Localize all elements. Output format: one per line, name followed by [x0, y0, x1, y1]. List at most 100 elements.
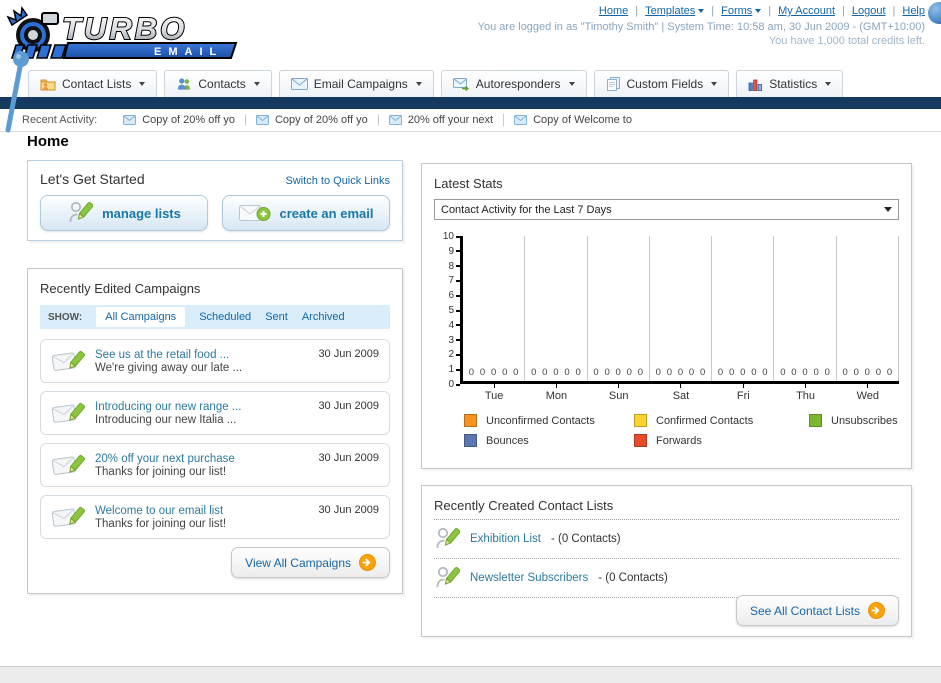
top-link-label: Forms: [721, 5, 753, 17]
value-label: 0: [604, 367, 610, 378]
legend-item: Unconfirmed Contacts: [464, 414, 634, 427]
recent-activity-item[interactable]: Copy of 20% off yo: [113, 114, 246, 126]
value-label: 0: [842, 367, 848, 378]
filter-all-campaigns[interactable]: All Campaigns: [96, 307, 186, 327]
chart-group-fri: 00000: [712, 236, 775, 381]
campaign-subject: Thanks for joining our list!: [95, 465, 227, 478]
tab-statistics[interactable]: Statistics: [736, 70, 844, 97]
tab-autoresponders[interactable]: Autoresponders: [440, 70, 587, 97]
campaign-date: 30 Jun 2009: [318, 400, 379, 412]
person-pencil-icon: [434, 526, 460, 552]
mail-small-icon: [123, 115, 137, 125]
tab-contact-lists[interactable]: Contact Lists: [28, 70, 158, 97]
legend-label: Confirmed Contacts: [656, 414, 754, 427]
chart-x-axis: Tue Mon Sun Sat Fri Thu Wed: [463, 384, 899, 402]
y-axis-label: 7: [448, 275, 460, 286]
x-axis-label: Sun: [588, 384, 650, 402]
tab-email-campaigns[interactable]: Email Campaigns: [278, 70, 434, 97]
main-nav-tabs: Contact Lists Contacts Email Campaigns Auto…: [0, 66, 941, 97]
manage-lists-button[interactable]: manage lists: [40, 195, 208, 231]
y-tick-mark: [456, 309, 460, 312]
top-link-home[interactable]: Home: [599, 5, 628, 17]
campaign-subject: We're giving away our late ...: [95, 361, 243, 374]
chevron-down-icon: [711, 82, 718, 86]
header: EMAIL TURBO Home | Templates | Forms | My Acco…: [0, 0, 941, 133]
see-all-contact-lists-label: See All Contact Lists: [749, 603, 860, 618]
person-pencil-icon: [434, 565, 460, 591]
recent-activity-item[interactable]: Copy of Welcome to: [504, 114, 642, 126]
campaign-title-link[interactable]: Introducing our new range ...: [95, 401, 310, 413]
turbo-email-logo[interactable]: EMAIL TURBO: [6, 3, 246, 66]
legend-label: Unsubscribes: [831, 414, 898, 427]
stats-period-select[interactable]: Contact Activity for the Last 7 Days: [434, 199, 899, 220]
recent-activity-item-label: 20% off your next: [407, 114, 494, 126]
tab-custom-fields[interactable]: Custom Fields: [593, 70, 730, 97]
y-axis-label: 9: [448, 246, 460, 257]
value-label: 0: [615, 367, 621, 378]
email-campaigns-icon: [290, 78, 308, 90]
value-label: 0: [751, 367, 757, 378]
campaign-filters: All Campaigns Scheduled Sent Archived: [96, 307, 345, 327]
campaign-row: Introducing our new range ... Introducing…: [40, 391, 390, 435]
campaign-title-link[interactable]: See us at the retail food ...: [95, 349, 310, 361]
value-label: 0: [740, 367, 746, 378]
y-axis-label: 3: [448, 335, 460, 346]
y-axis-label: 2: [448, 349, 460, 360]
campaign-subject: Thanks for joining our list!: [95, 517, 227, 530]
contact-list-count: - (0 Contacts): [550, 533, 621, 545]
chart-group-thu: 00000: [774, 236, 837, 381]
legend-item: Bounces: [464, 434, 634, 447]
filter-sent[interactable]: Sent: [265, 311, 288, 323]
x-axis-label: Mon: [525, 384, 587, 402]
legend-item: Unsubscribes: [809, 414, 899, 427]
contact-list-row: Exhibition List - (0 Contacts): [434, 520, 899, 559]
statistics-icon: [748, 78, 763, 91]
top-link-templates[interactable]: Templates: [645, 5, 705, 17]
campaign-date: 30 Jun 2009: [318, 452, 379, 464]
filter-scheduled[interactable]: Scheduled: [199, 311, 251, 323]
recent-activity-item[interactable]: 20% off your next: [379, 114, 505, 126]
separator: |: [635, 5, 639, 17]
see-all-contact-lists-button[interactable]: See All Contact Lists: [735, 595, 899, 626]
y-tick-mark: [456, 383, 460, 386]
campaign-date: 30 Jun 2009: [318, 504, 379, 516]
x-axis-label: Thu: [774, 384, 836, 402]
y-tick-mark: [456, 353, 460, 356]
create-an-email-button[interactable]: create an email: [222, 195, 390, 231]
chevron-down-icon: [253, 82, 260, 86]
value-label: 0: [677, 367, 684, 378]
x-axis-label: Wed: [837, 384, 899, 402]
switch-quick-links-link[interactable]: Switch to Quick Links: [285, 175, 390, 187]
top-link-logout[interactable]: Logout: [852, 5, 886, 17]
view-all-campaigns-button[interactable]: View All Campaigns: [231, 547, 390, 578]
x-axis-label: Sat: [650, 384, 712, 402]
value-label: 0: [564, 367, 570, 378]
mail-small-icon: [255, 115, 269, 125]
contact-list-link[interactable]: Exhibition List: [470, 533, 541, 545]
contacts-icon: [176, 77, 192, 91]
value-label: 0: [553, 367, 559, 378]
recent-contact-lists-panel: Recently Created Contact Lists Exhibitio…: [421, 485, 912, 637]
y-tick-mark: [456, 265, 460, 268]
value-label: 0: [780, 367, 786, 378]
value-label: 0: [479, 367, 486, 378]
value-label: 0: [762, 367, 768, 378]
recent-activity-item-label: Copy of Welcome to: [533, 114, 632, 126]
campaign-title-link[interactable]: Welcome to our email list: [95, 505, 310, 517]
credits-status: You have 1,000 total credits left.: [768, 35, 925, 47]
chart-group-wed: 00000: [837, 236, 899, 381]
recent-activity-item[interactable]: Copy of 20% off yo: [246, 114, 379, 126]
chart-group-sun: 00000: [588, 236, 650, 381]
value-label: 0: [700, 367, 706, 378]
top-link-my-account[interactable]: My Account: [778, 5, 835, 17]
tab-contacts[interactable]: Contacts: [164, 70, 272, 97]
chevron-down-icon: [825, 82, 832, 86]
campaign-subject: Introducing our new Italia ...: [95, 413, 237, 426]
top-link-forms[interactable]: Forms: [721, 5, 762, 17]
x-axis-label: Fri: [712, 384, 774, 402]
campaign-title-link[interactable]: 20% off your next purchase: [95, 453, 310, 465]
contact-list-link[interactable]: Newsletter Subscribers: [470, 572, 588, 584]
top-link-label: Help: [902, 5, 925, 17]
filter-archived[interactable]: Archived: [302, 311, 345, 323]
top-link-help[interactable]: Help: [902, 5, 925, 17]
